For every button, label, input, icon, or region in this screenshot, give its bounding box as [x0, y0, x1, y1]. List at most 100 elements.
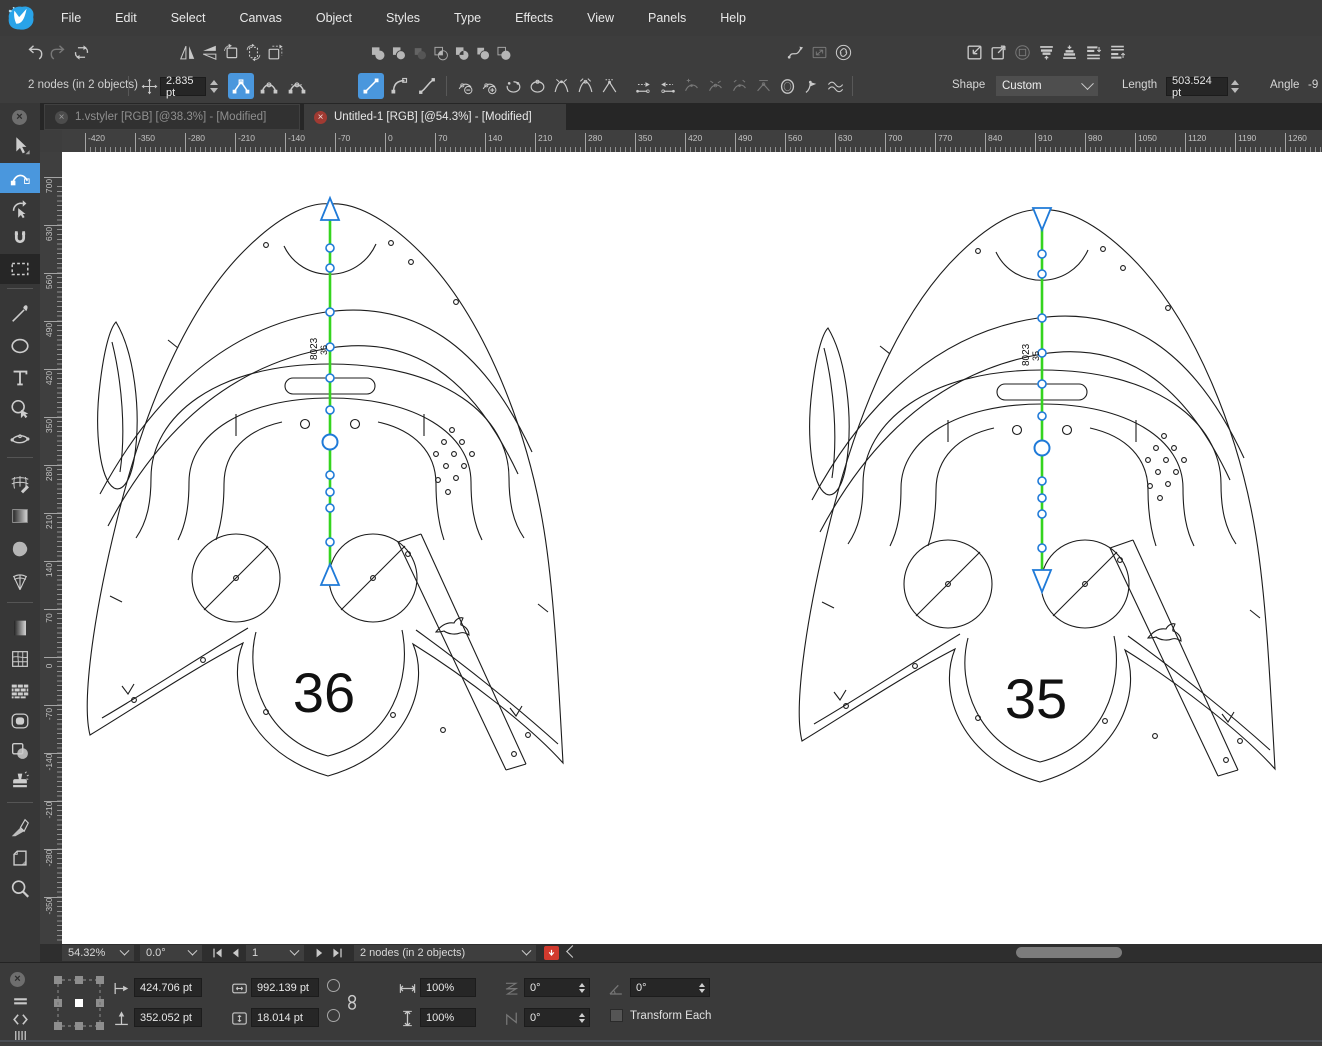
insert-handles-icon[interactable] [682, 77, 701, 96]
collapse-chevron-icon[interactable] [566, 945, 579, 958]
trim-icon[interactable] [494, 43, 513, 62]
extend-handles-icon[interactable] [730, 77, 749, 96]
shape-select-tool[interactable] [0, 394, 40, 424]
menu-file[interactable]: File [44, 0, 98, 36]
marquee-tool[interactable] [0, 254, 40, 284]
text-tool[interactable] [0, 363, 40, 393]
menu-view[interactable]: View [570, 0, 631, 36]
first-page-button[interactable] [210, 946, 225, 960]
last-page-button[interactable] [330, 946, 345, 960]
vertical-ruler[interactable]: 700 630 560 490 420 350 280 210 140 70 0 -70 -140 -21… [40, 152, 63, 944]
s-curve-segment-button[interactable] [414, 73, 440, 99]
rotate-tool[interactable] [0, 194, 40, 224]
add-node-icon[interactable] [480, 77, 499, 96]
horizontal-scrollbar[interactable] [1016, 947, 1122, 958]
proportional-height-radio[interactable] [327, 1009, 340, 1022]
close-path-icon[interactable] [528, 77, 547, 96]
menu-edit[interactable]: Edit [98, 0, 154, 36]
panel-handle-icon[interactable] [11, 1027, 30, 1046]
shape-select[interactable]: Custom [996, 76, 1098, 96]
send-to-back-icon[interactable] [1060, 43, 1079, 62]
length-input[interactable]: 503.524 pt [1166, 75, 1228, 99]
divide-icon[interactable] [473, 43, 492, 62]
canvas[interactable]: 36 8023 36 35 8023 35 [62, 152, 1322, 944]
select-tool[interactable] [0, 131, 40, 161]
rotate-cw-icon[interactable] [266, 43, 285, 62]
retract-handles-icon[interactable] [706, 77, 725, 96]
flip-vertical-icon[interactable] [200, 43, 219, 62]
pattern-tool[interactable] [0, 676, 40, 706]
menu-styles[interactable]: Styles [369, 0, 437, 36]
rotation-input[interactable]: 0° [630, 978, 710, 997]
curve-segment-button[interactable] [386, 73, 412, 99]
line-segment-button[interactable] [358, 73, 384, 99]
previous-page-button[interactable] [228, 946, 243, 960]
bring-forward-icon[interactable] [1084, 43, 1103, 62]
rotate-ccw-icon[interactable] [244, 43, 263, 62]
link-proportions-icon[interactable] [342, 991, 364, 1015]
curvature-icon[interactable] [802, 77, 821, 96]
tab-document-1[interactable]: × 1.vstyler [RGB] [@38.3%] - [Modified] [44, 104, 300, 130]
split-node-icon[interactable] [576, 77, 595, 96]
close-tab-icon[interactable]: × [314, 110, 327, 124]
menu-object[interactable]: Object [299, 0, 369, 36]
edit-inside-icon[interactable] [965, 43, 984, 62]
scale-object-icon[interactable] [810, 43, 829, 62]
transform-each-checkbox[interactable] [610, 1009, 623, 1022]
gradient-strip-tool[interactable] [0, 613, 40, 643]
bring-to-front-icon[interactable] [1037, 43, 1056, 62]
redo-icon[interactable] [48, 43, 67, 62]
move-node-icon[interactable] [140, 77, 159, 96]
skew-x-stepper[interactable] [577, 981, 587, 995]
skew-y-stepper[interactable] [577, 1011, 587, 1025]
width-tool[interactable] [0, 424, 40, 454]
width-input[interactable]: 992.139 pt [251, 978, 319, 997]
rotation-select[interactable]: 0.0° [140, 945, 202, 961]
convert-to-ellipse-icon[interactable] [778, 77, 797, 96]
menu-type[interactable]: Type [437, 0, 498, 36]
length-stepper[interactable] [1229, 77, 1240, 96]
copies-tool[interactable] [0, 736, 40, 766]
app-logo-icon[interactable] [6, 4, 36, 32]
vignette-tool[interactable] [0, 706, 40, 736]
sync-alert-button[interactable] [544, 946, 559, 960]
menu-panels[interactable]: Panels [631, 0, 703, 36]
add-shapes-icon[interactable] [389, 43, 408, 62]
blob-tool[interactable] [0, 534, 40, 564]
proportional-width-radio[interactable] [327, 979, 340, 992]
join-nodes-icon[interactable] [552, 77, 571, 96]
menu-canvas[interactable]: Canvas [222, 0, 298, 36]
tab-document-2[interactable]: × Untitled-1 [RGB] [@54.3%] - [Modified] [304, 104, 566, 130]
undo-icon[interactable] [26, 43, 45, 62]
y-position-input[interactable]: 352.052 pt [134, 1008, 202, 1027]
symmetric-handles-icon[interactable] [754, 77, 773, 96]
union-icon[interactable] [368, 43, 387, 62]
zoom-tool[interactable] [0, 874, 40, 904]
selection-info-select[interactable]: 2 nodes (in 2 objects) [354, 945, 536, 961]
send-backward-icon[interactable] [1108, 43, 1127, 62]
simplify-path-icon[interactable] [826, 77, 845, 96]
corner-node-button[interactable] [228, 73, 254, 99]
mesh-tool[interactable] [0, 468, 40, 498]
subtract-icon[interactable] [410, 43, 429, 62]
menu-select[interactable]: Select [154, 0, 223, 36]
shoe-pattern-35[interactable]: 35 8023 35 [798, 198, 1286, 790]
link-style-icon[interactable] [834, 43, 853, 62]
menu-help[interactable]: Help [703, 0, 763, 36]
isolate-icon[interactable] [1013, 43, 1032, 62]
page-select[interactable]: 1 [246, 945, 304, 961]
skew-x-input[interactable]: 0° [524, 978, 590, 997]
zoom-select[interactable]: 54.32% [62, 945, 134, 961]
anchor-point-selector[interactable] [52, 975, 106, 1031]
menu-effects[interactable]: Effects [498, 0, 570, 36]
edit-outside-icon[interactable] [989, 43, 1008, 62]
symmetric-node-button[interactable] [284, 73, 310, 99]
stroke-width-input[interactable]: 2.835 pt [160, 75, 206, 99]
node-tool[interactable] [0, 163, 40, 193]
ellipse-tool[interactable] [0, 331, 40, 361]
intersect-icon[interactable] [431, 43, 450, 62]
skew-y-input[interactable]: 0° [524, 1008, 590, 1027]
horizontal-ruler[interactable]: -420 -350 -280 -210 -140 -70 0 70 140 210 280 350 42… [62, 130, 1322, 153]
close-tab-icon[interactable]: × [55, 110, 68, 124]
repeat-last-icon[interactable] [72, 43, 91, 62]
